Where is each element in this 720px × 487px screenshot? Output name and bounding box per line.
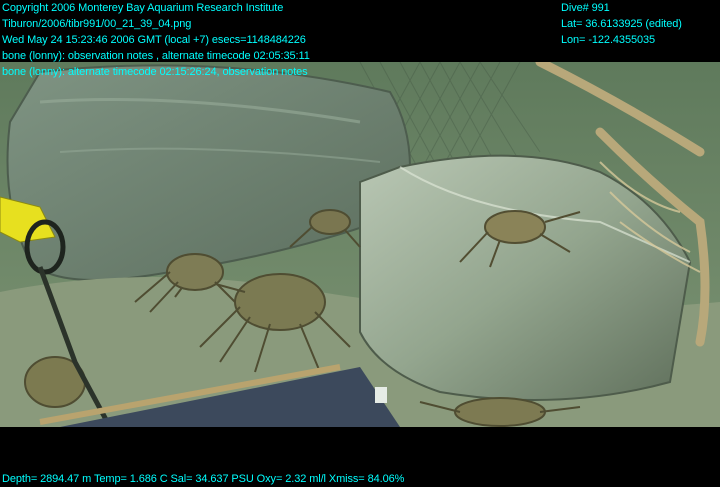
overlay-right: Dive# 991 Lat= 36.6133925 (edited) Lon= … [561,0,682,48]
timestamp-line: Wed May 24 15:23:46 2006 GMT (local +7) … [2,34,306,46]
seafloor-scene [0,62,720,427]
note-line-1: bone (lonny): observation notes , altern… [2,50,310,62]
telemetry-readout: Depth= 2894.47 m Temp= 1.686 C Sal= 34.6… [2,473,405,485]
filename-line: Tiburon/2006/tibr991/00_21_39_04.png [2,18,192,30]
copyright-line: Copyright 2006 Monterey Bay Aquarium Res… [2,2,284,14]
overlay-left: Copyright 2006 Monterey Bay Aquarium Res… [2,0,310,80]
dive-number: Dive# 991 [561,2,610,14]
longitude: Lon= -122.4355035 [561,34,656,46]
note-line-2: bone (lonny): alternate timecode 02:15:2… [2,66,308,78]
white-tag [375,387,387,403]
latitude: Lat= 36.6133925 (edited) [561,18,682,30]
telemetry-bar: Depth= 2894.47 m Temp= 1.686 C Sal= 34.6… [0,427,720,486]
